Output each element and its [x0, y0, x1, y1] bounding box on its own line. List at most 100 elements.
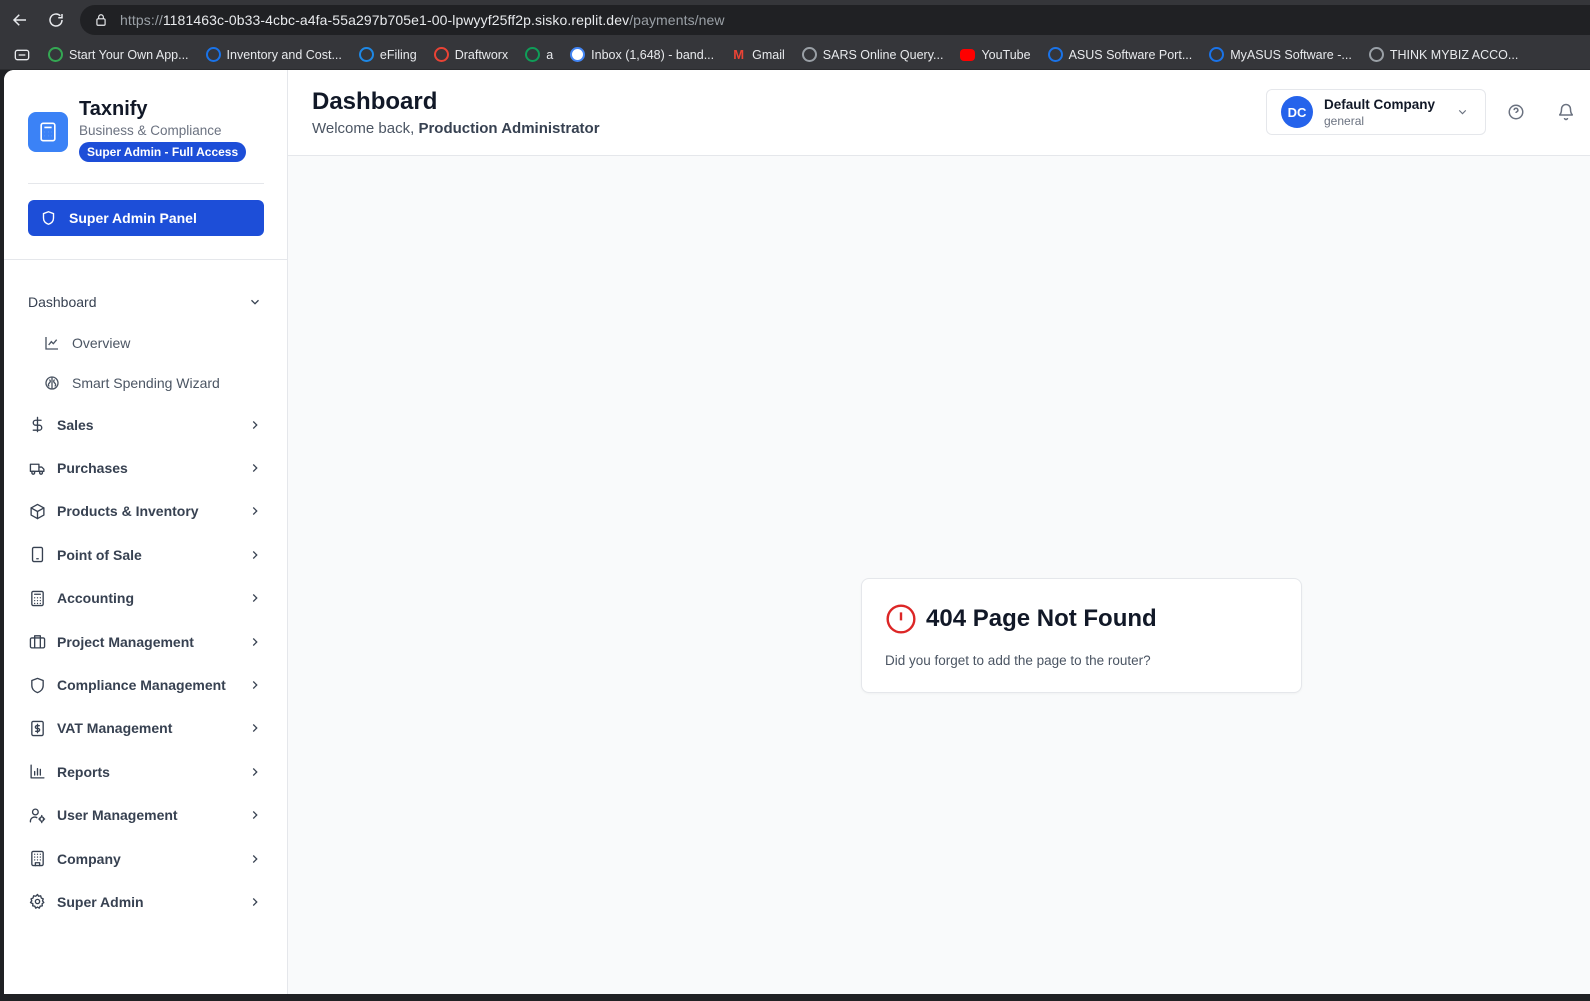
bookmark-3[interactable]: eFiling: [358, 47, 417, 62]
sidebar-item-vat-management[interactable]: VAT Management: [4, 707, 288, 750]
super-admin-panel-label: Super Admin Panel: [69, 210, 197, 226]
reload-button[interactable]: [38, 2, 74, 38]
gmail-icon: M: [733, 47, 745, 62]
bookmark-4[interactable]: Draftworx: [433, 47, 509, 62]
alert-circle-icon: [885, 603, 917, 635]
tablet-icon: [28, 546, 46, 563]
welcome-message: Welcome back, Production Administrator: [312, 120, 600, 137]
bookmark-1[interactable]: Start Your Own App...: [48, 47, 189, 62]
efiling-icon: [358, 47, 374, 62]
globe-icon: [801, 47, 817, 62]
bookmark-label: Inbox (1,648) - band...: [591, 47, 715, 62]
sidebar-item-sales[interactable]: Sales: [4, 403, 288, 446]
sidebar-item-purchases[interactable]: Purchases: [4, 446, 288, 489]
youtube-icon: [960, 48, 976, 61]
bookmarks-bar: Start Your Own App... Inventory and Cost.…: [0, 40, 1590, 70]
site-info-icon[interactable]: [90, 9, 112, 31]
calculator-icon: [28, 590, 46, 607]
company-avatar: DC: [1281, 96, 1313, 128]
sidebar-item-label: Company: [57, 850, 121, 867]
sidebar-item-company[interactable]: Company: [4, 837, 288, 880]
nav-section-dashboard[interactable]: Dashboard: [4, 280, 288, 323]
bar-chart-icon: [28, 763, 46, 780]
bell-icon[interactable]: [1557, 102, 1575, 122]
bookmark-8[interactable]: SARS Online Query...: [801, 47, 943, 62]
error-title: 404 Page Not Found: [926, 605, 1157, 632]
sidebar-item-accounting[interactable]: Accounting: [4, 577, 288, 620]
bookmark-9[interactable]: YouTube: [960, 48, 1031, 62]
browser-toolbar: https://1181463c-0b33-4cbc-a4fa-55a297b7…: [0, 0, 1590, 40]
package-icon: [28, 503, 46, 520]
chevron-right-icon: [248, 852, 262, 866]
super-admin-panel-button[interactable]: Super Admin Panel: [28, 200, 264, 236]
url-text[interactable]: https://1181463c-0b33-4cbc-a4fa-55a297b7…: [120, 12, 725, 28]
sidebar-nav: Dashboard Overview Smart Spending Wizard…: [4, 280, 288, 924]
receipt-icon: [28, 720, 46, 737]
bookmark-10[interactable]: ASUS Software Port...: [1047, 47, 1193, 62]
sidebar-item-label: Compliance Management: [57, 677, 226, 694]
chevron-right-icon: [248, 548, 262, 562]
bookmark-12[interactable]: THINK MYBIZ ACCO...: [1368, 47, 1519, 62]
sidebar-item-label: Sales: [57, 416, 94, 433]
calculator-icon: [28, 112, 68, 152]
sidebar-item-super-admin[interactable]: Super Admin: [4, 880, 288, 923]
chevron-right-icon: [248, 504, 262, 518]
bookmark-label: Inventory and Cost...: [226, 47, 342, 62]
line-chart-icon: [44, 335, 60, 351]
tab-search-icon[interactable]: [14, 48, 34, 62]
bookmark-7[interactable]: M Gmail: [731, 47, 785, 62]
brand-name: Taxnify: [79, 98, 148, 120]
page-title: Dashboard: [312, 88, 438, 115]
bookmark-6[interactable]: Inbox (1,648) - band...: [570, 47, 714, 62]
company-selector[interactable]: DC Default Company general: [1266, 89, 1486, 135]
bookmark-label: ASUS Software Port...: [1068, 47, 1193, 62]
bookmark-label: Draftworx: [454, 47, 509, 62]
bookmark-5[interactable]: a: [525, 47, 553, 62]
page-header: Dashboard Welcome back, Production Admin…: [288, 70, 1590, 156]
bookmark-label: eFiling: [379, 47, 417, 62]
main-content: Dashboard Welcome back, Production Admin…: [288, 70, 1590, 994]
company-name: Default Company: [1324, 96, 1436, 112]
briefcase-icon: [28, 633, 46, 650]
sidebar-item-smart-spending-wizard[interactable]: Smart Spending Wizard: [4, 363, 288, 403]
sidebar-item-products-inventory[interactable]: Products & Inventory: [4, 490, 288, 533]
bookmark-2[interactable]: Inventory and Cost...: [205, 47, 342, 62]
bookmark-label: MyASUS Software -...: [1230, 47, 1352, 62]
arrow-left-icon: [12, 14, 26, 26]
role-badge: Super Admin - Full Access: [79, 142, 247, 162]
back-button[interactable]: [2, 2, 38, 38]
sidebar-item-label: Smart Spending Wizard: [72, 375, 220, 391]
bookmark-label: THINK MYBIZ ACCO...: [1389, 47, 1519, 62]
sidebar-item-user-management[interactable]: User Management: [4, 794, 288, 837]
gear-icon: [1368, 47, 1384, 62]
sidebar-item-point-of-sale[interactable]: Point of Sale: [4, 533, 288, 576]
bookmark-label: a: [546, 47, 554, 62]
bookmark-11[interactable]: MyASUS Software -...: [1209, 47, 1352, 62]
chevron-right-icon: [248, 808, 262, 822]
divider: [4, 259, 288, 260]
sidebar-item-label: Products & Inventory: [57, 503, 199, 520]
ac-icon: [205, 47, 221, 62]
sidebar-item-label: Project Management: [57, 633, 194, 650]
sidebar-item-label: Overview: [72, 335, 131, 351]
truck-icon: [28, 460, 46, 477]
gear-icon: [28, 893, 46, 910]
chevron-right-icon: [248, 678, 262, 692]
chevron-right-icon: [248, 418, 262, 432]
sidebar-item-reports[interactable]: Reports: [4, 750, 288, 793]
google-icon: [570, 47, 586, 62]
asus-icon: [1047, 47, 1063, 62]
sidebar-item-overview[interactable]: Overview: [4, 323, 288, 363]
chevron-down-icon: [248, 295, 262, 309]
sidebar-item-project-management[interactable]: Project Management: [4, 620, 288, 663]
sidebar-item-compliance-management[interactable]: Compliance Management: [4, 663, 288, 706]
reload-icon: [49, 13, 63, 27]
company-type: general: [1324, 113, 1365, 128]
sidebar-item-label: Point of Sale: [57, 546, 142, 563]
sidebar-item-label: Purchases: [57, 460, 128, 477]
address-bar[interactable]: https://1181463c-0b33-4cbc-a4fa-55a297b7…: [80, 5, 1590, 35]
help-icon[interactable]: [1507, 103, 1525, 121]
chevron-down-icon: [1456, 106, 1469, 119]
brand-subtitle: Business & Compliance: [79, 123, 222, 138]
chevron-right-icon: [248, 635, 262, 649]
